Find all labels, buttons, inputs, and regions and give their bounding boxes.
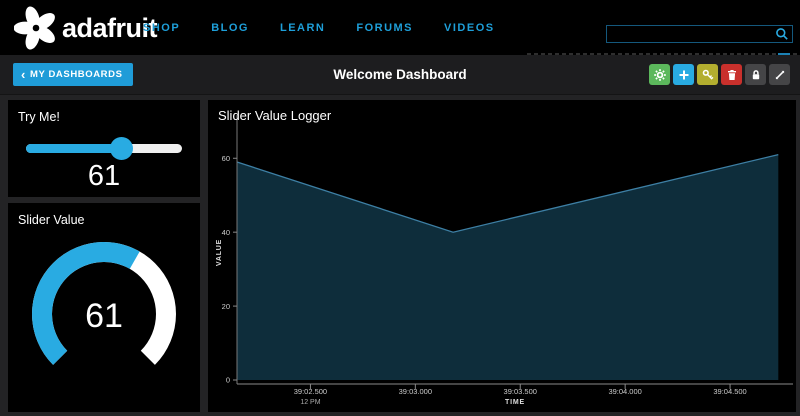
y-tick-label: 40 <box>222 228 230 237</box>
gauge-block-title: Slider Value <box>8 203 200 227</box>
fullscreen-button[interactable] <box>769 64 790 85</box>
x-tick-label: 39:02.500 <box>294 387 327 396</box>
left-column: Try Me! 61 Slider Value 61 <box>8 100 200 412</box>
lock-icon <box>750 69 762 81</box>
gear-icon <box>654 69 666 81</box>
nav-link-learn[interactable]: LEARN <box>280 22 325 34</box>
search-box <box>606 25 793 43</box>
line-chart-block: Slider Value Logger 0 20 40 60 39:02.500 12 P… <box>208 100 796 412</box>
my-dashboards-button[interactable]: ‹ MY DASHBOARDS <box>13 63 133 86</box>
delete-button[interactable] <box>721 64 742 85</box>
nav-link-videos[interactable]: VIDEOS <box>444 22 495 34</box>
chevron-left-icon: ‹ <box>21 71 26 79</box>
dashboard-header: ‹ MY DASHBOARDS Welcome Dashboard <box>0 55 800 95</box>
slider-value: 61 <box>8 160 200 193</box>
adafruit-flower-icon <box>14 5 58 51</box>
x-tick-sublabel: 12 PM <box>300 399 320 406</box>
y-tick-label: 20 <box>222 302 230 311</box>
slider-block-title: Try Me! <box>8 100 200 124</box>
gauge: 61 <box>8 230 200 410</box>
trash-icon <box>726 69 738 81</box>
key-button[interactable] <box>697 64 718 85</box>
y-tick-label: 60 <box>222 154 230 163</box>
dashboard-canvas: Try Me! 61 Slider Value 61 Slider Value … <box>0 95 800 416</box>
x-tick-label: 39:03.000 <box>399 387 432 396</box>
nav-link-forums[interactable]: FORUMS <box>356 22 413 34</box>
area-chart: 0 20 40 60 39:02.500 12 PM 39:03.000 39:03.500 3… <box>208 100 796 412</box>
gauge-block: Slider Value 61 <box>8 203 200 412</box>
plus-icon <box>678 69 690 81</box>
slider-thumb[interactable] <box>110 137 133 160</box>
y-tick-label: 0 <box>226 376 230 385</box>
expand-icon <box>774 69 786 81</box>
settings-button[interactable] <box>649 64 670 85</box>
lock-button[interactable] <box>745 64 766 85</box>
adafruit-logo[interactable]: adafruit <box>14 5 157 51</box>
nav-link-shop[interactable]: SHOP <box>143 22 180 34</box>
slider-block: Try Me! 61 <box>8 100 200 197</box>
chart-title: Slider Value Logger <box>208 100 796 123</box>
x-axis-title: TIME <box>505 399 525 406</box>
y-axis-title: VALUE <box>216 239 223 266</box>
primary-nav: SHOP BLOG LEARN FORUMS VIDEOS <box>143 0 495 55</box>
x-tick-label: 39:04.000 <box>608 387 641 396</box>
slider-fill <box>26 144 121 153</box>
x-tick-label: 39:04.500 <box>713 387 746 396</box>
add-block-button[interactable] <box>673 64 694 85</box>
slider-track[interactable] <box>26 144 182 153</box>
nav-link-blog[interactable]: BLOG <box>211 22 249 34</box>
search-input[interactable] <box>607 26 775 42</box>
dashboard-actions <box>649 64 790 85</box>
search-icon[interactable] <box>775 27 789 41</box>
gauge-value: 61 <box>85 297 123 335</box>
my-dashboards-label: MY DASHBOARDS <box>30 69 123 80</box>
x-tick-label: 39:03.500 <box>504 387 537 396</box>
top-navbar: adafruit SHOP BLOG LEARN FORUMS VIDEOS <box>0 0 800 55</box>
key-icon <box>702 69 714 81</box>
